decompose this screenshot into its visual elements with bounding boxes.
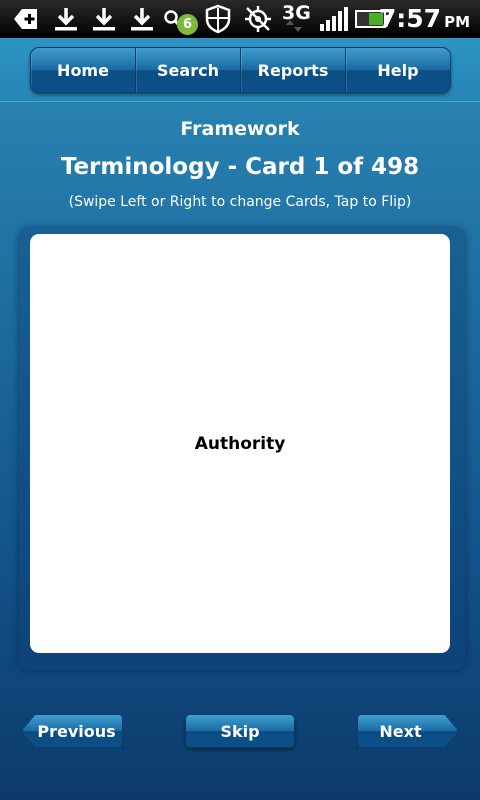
download-icon xyxy=(52,0,80,38)
download-icon xyxy=(90,0,118,38)
clock: 7:57 PM xyxy=(379,4,470,33)
section-title: Framework xyxy=(180,118,300,140)
card-term: Authority xyxy=(194,433,286,454)
status-bar: 6 3G 7:57 PM xyxy=(0,0,480,38)
next-button[interactable]: Next xyxy=(357,714,458,748)
skip-button[interactable]: Skip xyxy=(185,714,295,748)
shield-icon xyxy=(202,0,234,38)
top-bar: Home Search Reports Help xyxy=(0,38,480,102)
notification-badge: 6 xyxy=(177,14,198,35)
nav-reports[interactable]: Reports xyxy=(241,48,346,92)
nav-bar: Home Search Reports Help xyxy=(30,47,451,93)
clock-time: 7:57 xyxy=(378,4,442,33)
clock-ampm: PM xyxy=(444,13,470,31)
signal-icon xyxy=(318,0,350,38)
download-icon xyxy=(128,0,156,38)
previous-button[interactable]: Previous xyxy=(22,714,123,748)
card-title: Terminology - Card 1 of 498 xyxy=(60,154,420,180)
usb-debug-icon xyxy=(12,0,40,38)
nav-search[interactable]: Search xyxy=(136,48,241,92)
flash-card[interactable]: Authority xyxy=(30,234,450,653)
nav-home[interactable]: Home xyxy=(31,48,136,92)
data-activity-icon xyxy=(286,18,302,34)
app-screen: Home Search Reports Help Framework Termi… xyxy=(0,38,480,800)
gps-off-icon xyxy=(242,0,274,38)
nav-help[interactable]: Help xyxy=(346,48,450,92)
hint-text: (Swipe Left or Right to change Cards, Ta… xyxy=(68,194,412,210)
